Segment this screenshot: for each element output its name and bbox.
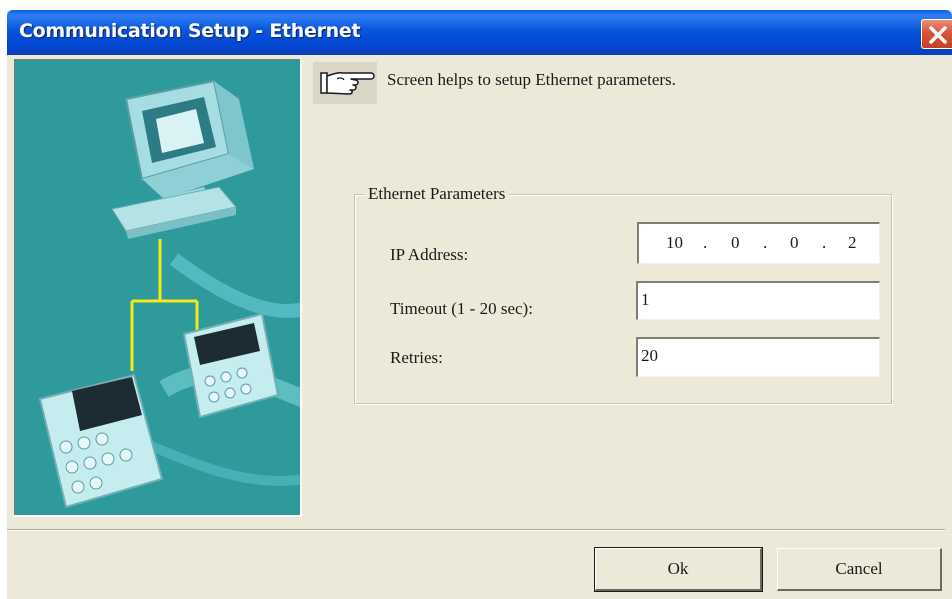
ip-address-label: IP Address: [390, 245, 469, 264]
ip-dot: . [822, 233, 827, 252]
group-title: Ethernet Parameters [364, 184, 510, 204]
retries-label: Retries: [390, 348, 443, 367]
ip-octet-1[interactable]: 10 [666, 233, 683, 253]
close-icon [929, 26, 947, 44]
ip-octet-4[interactable]: 2 [848, 233, 857, 253]
ip-dot: . [703, 233, 708, 252]
ip-octet-3[interactable]: 0 [790, 233, 799, 253]
hint-text: Screen helps to setup Ethernet parameter… [387, 70, 676, 89]
window-title: Communication Setup - Ethernet [19, 20, 361, 42]
timeout-label: Timeout (1 - 20 sec): [390, 299, 533, 318]
ok-button[interactable]: Ok [594, 547, 763, 592]
cancel-button[interactable]: Cancel [777, 548, 942, 591]
controller-device-icon [182, 312, 280, 419]
footer-separator [7, 529, 945, 531]
network-illustration [14, 59, 302, 517]
computer-monitor-icon [111, 79, 254, 239]
close-button[interactable] [921, 19, 952, 49]
ip-address-field[interactable]: 10 . 0 . 0 . 2 [637, 222, 880, 264]
ip-dot: . [763, 233, 768, 252]
ip-octet-2[interactable]: 0 [731, 233, 740, 253]
controller-device-icon [38, 373, 164, 509]
timeout-input[interactable]: 1 [636, 281, 880, 320]
pointing-hand-icon [313, 62, 377, 104]
retries-input[interactable]: 20 [636, 337, 880, 377]
title-bar[interactable]: Communication Setup - Ethernet [7, 10, 952, 55]
